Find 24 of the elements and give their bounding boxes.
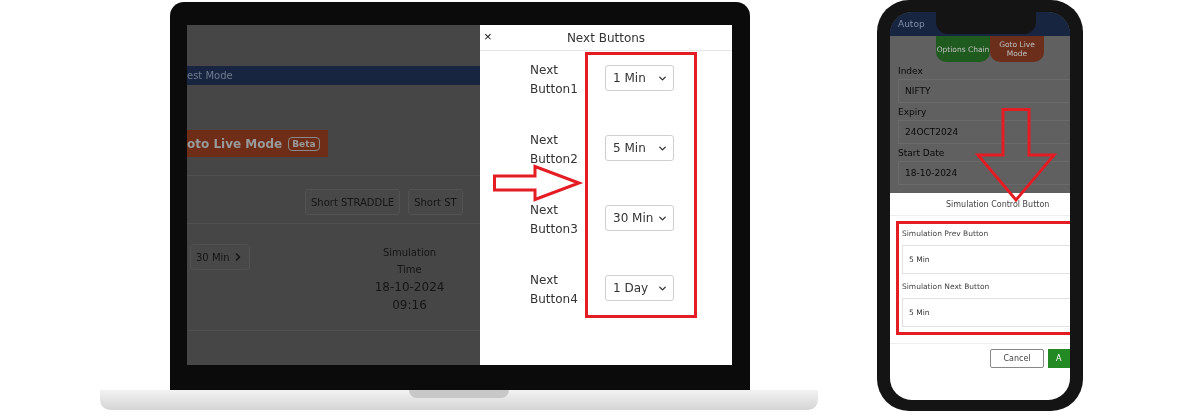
close-button[interactable]: × xyxy=(484,29,492,44)
interval-select[interactable]: 5 Min xyxy=(605,135,674,161)
field-label: Start Date xyxy=(898,148,946,158)
cancel-button[interactable]: Cancel xyxy=(990,349,1044,368)
apply-button[interactable]: A xyxy=(1048,349,1070,368)
input-field[interactable]: 24OCT2024 xyxy=(898,120,1070,144)
mode-bar: est Mode xyxy=(187,66,480,85)
beta-badge: Beta xyxy=(288,136,320,151)
field-label: Expiry xyxy=(898,107,928,117)
arrow-right-icon xyxy=(493,165,581,201)
live-mode-button[interactable]: oto Live Mode Beta xyxy=(187,130,328,157)
input-field[interactable]: 18-10-2024 xyxy=(898,161,1070,185)
sheet-title: Simulation Control Button xyxy=(890,193,1070,216)
field-label: Next Button4 xyxy=(530,272,579,308)
field-label: Index xyxy=(898,66,924,76)
field-label: Next Button3 xyxy=(530,202,579,238)
interval-select[interactable]: 1 Day xyxy=(605,275,674,301)
interval-select[interactable]: 1 Min xyxy=(605,65,674,91)
modal-title: Next Buttons xyxy=(566,30,646,45)
arrow-down-icon xyxy=(976,108,1056,202)
input-field[interactable]: NIFTY xyxy=(898,79,1070,103)
interval-select[interactable]: 30 Min xyxy=(605,205,674,231)
field-label: Next Button2 xyxy=(530,132,579,168)
field-label: Next Button1 xyxy=(530,62,579,98)
